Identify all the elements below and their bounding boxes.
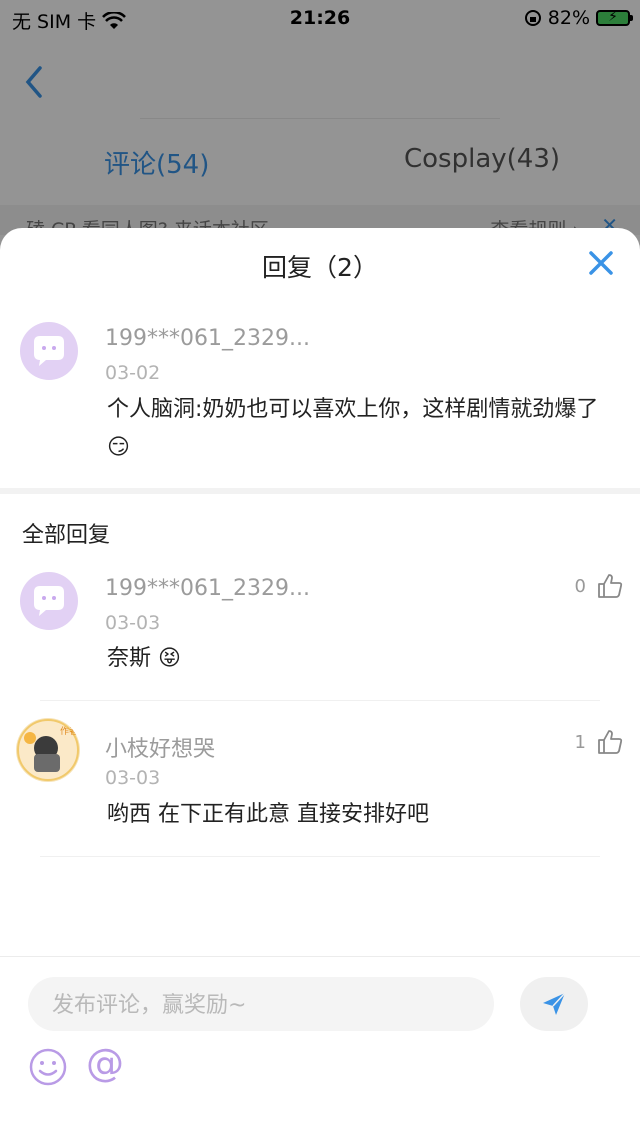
comment-text-body: 个人脑洞:奶奶也可以喜欢上你，这样剧情就劲爆了 bbox=[107, 397, 599, 422]
speech-bubble-avatar-icon bbox=[34, 336, 64, 366]
like-count: 1 bbox=[574, 731, 586, 753]
comment-date: 03-02 bbox=[105, 362, 161, 384]
reply-text-body: 哟西 在下正有此意 直接安排好吧 bbox=[107, 802, 429, 827]
row-divider bbox=[40, 700, 600, 701]
smirk-emoji-icon: 😏 bbox=[107, 435, 130, 460]
tongue-emoji-icon: 😝 bbox=[158, 646, 181, 671]
author-badge: 作者 bbox=[59, 727, 78, 737]
reply-username[interactable]: 199***061_2329... bbox=[105, 576, 310, 601]
all-replies-heading: 全部回复 bbox=[22, 523, 111, 548]
mention-at-icon[interactable]: @ bbox=[86, 1041, 124, 1085]
send-icon bbox=[543, 992, 566, 1015]
reply-sheet: 回复（2） 199***061_2329... 03-02 个人脑洞:奶奶也可以… bbox=[0, 228, 640, 1140]
avatar[interactable] bbox=[20, 322, 78, 380]
reply-text-body: 奈斯 bbox=[107, 646, 152, 671]
speech-bubble-avatar-icon bbox=[34, 586, 64, 616]
close-icon[interactable] bbox=[586, 248, 616, 278]
thumbs-up-icon[interactable] bbox=[596, 728, 624, 756]
avatar[interactable] bbox=[20, 572, 78, 630]
reply-username[interactable]: 小枝好想哭 bbox=[105, 731, 215, 763]
section-divider bbox=[0, 488, 640, 494]
comment-text: 个人脑洞:奶奶也可以喜欢上你，这样剧情就劲爆了 😏 bbox=[107, 391, 617, 467]
comment-input-box[interactable] bbox=[28, 977, 494, 1033]
like-count: 0 bbox=[574, 575, 586, 597]
send-button[interactable] bbox=[520, 977, 588, 1031]
like-button[interactable]: 0 bbox=[575, 572, 624, 600]
comment-input[interactable] bbox=[50, 977, 474, 1033]
reply-date: 03-03 bbox=[105, 612, 161, 634]
like-button[interactable]: 1 bbox=[575, 728, 624, 756]
thumbs-up-icon[interactable] bbox=[596, 572, 624, 600]
comment-input-area: @ bbox=[0, 956, 640, 1140]
reply-text: 奈斯 😝 bbox=[107, 640, 181, 678]
emoji-icon[interactable] bbox=[28, 1047, 68, 1087]
row-divider bbox=[40, 856, 600, 857]
avatar[interactable]: 作者 bbox=[16, 718, 80, 782]
comment-username[interactable]: 199***061_2329... bbox=[105, 326, 310, 351]
sheet-title: 回复（2） bbox=[262, 253, 378, 282]
reply-text: 哟西 在下正有此意 直接安排好吧 bbox=[107, 796, 429, 834]
reply-date: 03-03 bbox=[105, 767, 161, 789]
